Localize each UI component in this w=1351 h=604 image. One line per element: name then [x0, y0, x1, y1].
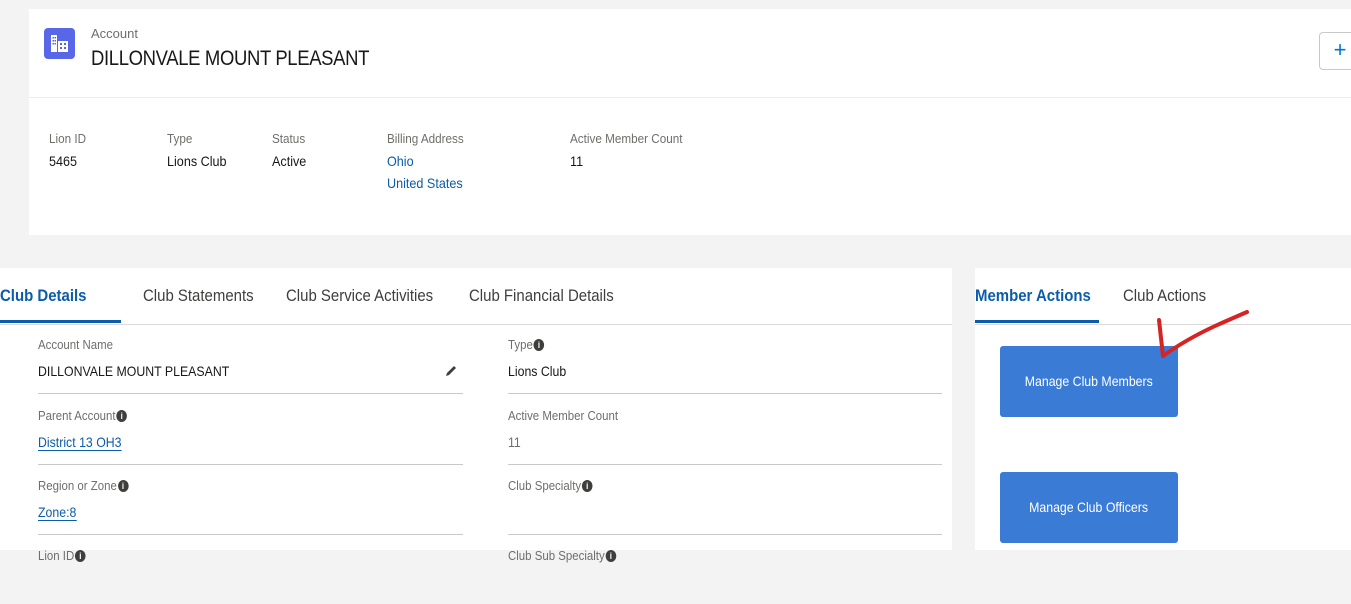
highlight-value: Lions Club — [167, 153, 227, 169]
highlight-lion-id: Lion ID 5465 — [49, 131, 86, 175]
highlight-value: 11 — [570, 153, 584, 169]
tab-club-service-activities[interactable]: Club Service Activities — [286, 286, 433, 306]
pencil-icon[interactable] — [444, 364, 458, 378]
object-type-label: Account — [91, 26, 138, 41]
field-value: Lions Club — [508, 363, 567, 379]
tab-member-actions[interactable]: Member Actions — [975, 286, 1091, 306]
details-tabset: Club Details Club Statements Club Servic… — [0, 268, 952, 325]
highlight-label: Billing Address — [387, 131, 464, 146]
billing-address-line1-link[interactable]: Ohio — [387, 153, 464, 175]
add-button[interactable]: + — [1319, 32, 1351, 70]
club-sub-specialty-label-text: Club Sub Specialty — [508, 548, 605, 563]
manage-club-officers-button[interactable]: Manage Club Officers — [1000, 472, 1178, 543]
highlight-billing-address: Billing Address Ohio United States — [387, 131, 464, 197]
manage-club-officers-label: Manage Club Officers — [1029, 499, 1149, 515]
tab-club-details[interactable]: Club Details — [0, 286, 86, 306]
field-label: Type i — [508, 337, 545, 352]
active-tab-indicator — [0, 320, 121, 323]
manage-club-members-label: Manage Club Members — [1024, 373, 1154, 389]
info-icon[interactable]: i — [117, 480, 129, 492]
field-label: Region or Zone i — [38, 478, 129, 493]
info-icon[interactable]: i — [533, 339, 545, 351]
record-header: Account DILLONVALE MOUNT PLEASANT + — [29, 9, 1351, 98]
info-icon[interactable]: i — [582, 480, 593, 492]
parent-account-label-text: Parent Account — [38, 408, 116, 423]
field-label: Parent Account i — [38, 408, 128, 423]
field-account-name: Account Name DILLONVALE MOUNT PLEASANT — [38, 331, 463, 394]
info-icon[interactable]: i — [75, 550, 86, 562]
highlight-type: Type Lions Club — [167, 131, 227, 175]
highlight-label: Type — [167, 131, 193, 146]
field-label: Lion ID i — [38, 548, 86, 563]
lion-id-label-text: Lion ID — [38, 548, 75, 563]
active-tab-indicator — [975, 320, 1099, 323]
page-title: DILLONVALE MOUNT PLEASANT — [91, 47, 370, 70]
highlight-label: Active Member Count — [570, 131, 683, 146]
field-lion-id: Lion ID i — [38, 542, 463, 604]
field-label: Club Sub Specialty i — [508, 548, 617, 563]
zone-link[interactable]: Zone:8 — [38, 504, 77, 521]
field-label: Club Specialty i — [508, 478, 593, 493]
tab-club-financial-details[interactable]: Club Financial Details — [469, 286, 614, 306]
highlight-status: Status Active — [272, 131, 306, 175]
info-icon[interactable]: i — [116, 410, 128, 422]
field-region-or-zone: Region or Zone i Zone:8 — [38, 472, 463, 535]
highlight-label: Lion ID — [49, 131, 87, 146]
account-building-icon — [44, 28, 75, 59]
manage-club-members-button[interactable]: Manage Club Members — [1000, 346, 1178, 417]
highlights-panel: Lion ID 5465 Type Lions Club Status Acti… — [29, 98, 1351, 235]
field-club-sub-specialty: Club Sub Specialty i — [508, 542, 942, 604]
highlight-value: Active — [272, 153, 307, 169]
parent-account-link[interactable]: District 13 OH3 — [38, 434, 122, 451]
tab-club-statements[interactable]: Club Statements — [143, 286, 254, 306]
highlight-value: 5465 — [49, 153, 78, 169]
club-details-card: Club Details Club Statements Club Servic… — [0, 268, 952, 563]
field-value: District 13 OH3 — [38, 434, 122, 451]
field-value: DILLONVALE MOUNT PLEASANT — [38, 363, 230, 379]
region-label-text: Region or Zone — [38, 478, 117, 493]
info-icon[interactable]: i — [605, 550, 617, 562]
field-parent-account: Parent Account i District 13 OH3 — [38, 402, 463, 465]
field-value: 11 — [508, 434, 521, 450]
tab-club-actions[interactable]: Club Actions — [1123, 286, 1206, 306]
field-club-specialty: Club Specialty i — [508, 472, 942, 535]
red-checkmark-annotation — [1157, 310, 1249, 358]
club-specialty-label-text: Club Specialty — [508, 478, 582, 493]
field-type: Type i Lions Club — [508, 331, 942, 394]
field-label: Account Name — [38, 337, 114, 352]
field-value: Zone:8 — [38, 504, 77, 521]
type-label-text: Type — [508, 337, 533, 352]
field-label: Active Member Count — [508, 408, 618, 423]
billing-address-line2-link[interactable]: United States — [387, 175, 464, 197]
field-active-member-count: Active Member Count 11 — [508, 402, 942, 465]
highlight-label: Status — [272, 131, 306, 146]
highlight-active-member-count: Active Member Count 11 — [570, 131, 683, 175]
